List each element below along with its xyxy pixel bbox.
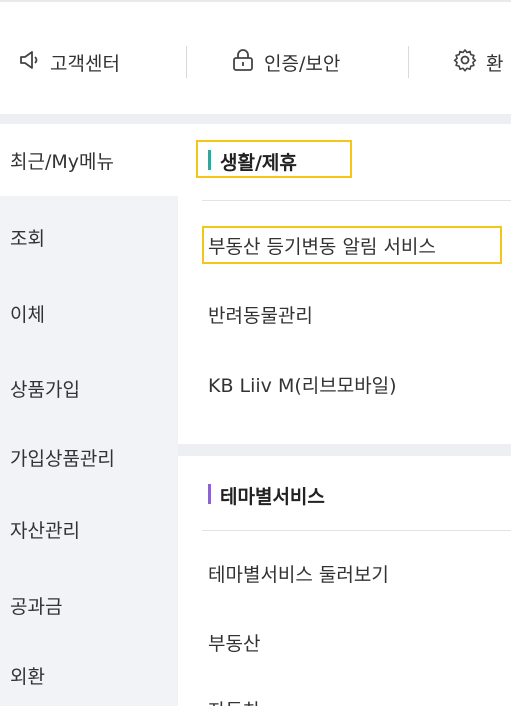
auth-security-label: 인증/보안 bbox=[264, 52, 341, 75]
section-divider bbox=[202, 200, 511, 201]
left-nav-item-foreign-exchange[interactable]: 외환 bbox=[10, 662, 45, 689]
section-gap bbox=[178, 444, 511, 456]
section-accent-bar bbox=[208, 484, 211, 504]
settings-button[interactable]: 환 bbox=[452, 46, 503, 78]
link-automobile[interactable]: 자동차 bbox=[208, 696, 260, 706]
customer-center-label: 고객센터 bbox=[50, 52, 120, 75]
highlight-box bbox=[196, 140, 352, 178]
quick-menu-bar: 고객센터 인증/보안 환 bbox=[0, 2, 511, 114]
section-divider bbox=[202, 530, 511, 531]
section-separator bbox=[0, 114, 511, 124]
left-nav-item-product-management[interactable]: 가입상품관리 bbox=[10, 444, 115, 471]
app-root: 고객센터 인증/보안 환 최근/My메뉴 조회 이체 상품가입 가입상품관리 자… bbox=[0, 0, 511, 706]
left-nav-item-inquiry[interactable]: 조회 bbox=[10, 224, 45, 251]
speaker-icon bbox=[16, 47, 42, 78]
left-nav-item-utility-bills[interactable]: 공과금 bbox=[10, 592, 62, 619]
left-nav-item-transfer[interactable]: 이체 bbox=[10, 300, 45, 327]
link-pet-management[interactable]: 반려동물관리 bbox=[208, 301, 313, 328]
section-title-theme-services: 테마별서비스 bbox=[220, 486, 325, 508]
customer-center-button[interactable]: 고객센터 bbox=[16, 46, 120, 78]
highlight-box bbox=[202, 226, 502, 264]
quick-divider bbox=[186, 46, 187, 78]
link-kb-liiv-m[interactable]: KB Liiv M(리브모바일) bbox=[208, 371, 397, 398]
auth-security-button[interactable]: 인증/보안 bbox=[230, 46, 340, 78]
settings-label: 환 bbox=[486, 52, 504, 75]
lock-icon bbox=[230, 47, 256, 78]
left-nav-item-asset-management[interactable]: 자산관리 bbox=[10, 516, 80, 543]
left-nav-item-recent-my-menu[interactable]: 최근/My메뉴 bbox=[10, 147, 114, 174]
left-nav-item-product-signup[interactable]: 상품가입 bbox=[10, 375, 80, 402]
link-real-estate[interactable]: 부동산 bbox=[208, 629, 260, 656]
quick-divider bbox=[408, 46, 409, 78]
gear-icon bbox=[452, 47, 478, 78]
menu-content: 생활/제휴 부동산 등기변동 알림 서비스 반려동물관리 KB Liiv M(리… bbox=[178, 124, 511, 706]
left-nav: 최근/My메뉴 조회 이체 상품가입 가입상품관리 자산관리 공과금 외환 bbox=[0, 124, 178, 706]
link-theme-services-browse[interactable]: 테마별서비스 둘러보기 bbox=[208, 560, 389, 587]
